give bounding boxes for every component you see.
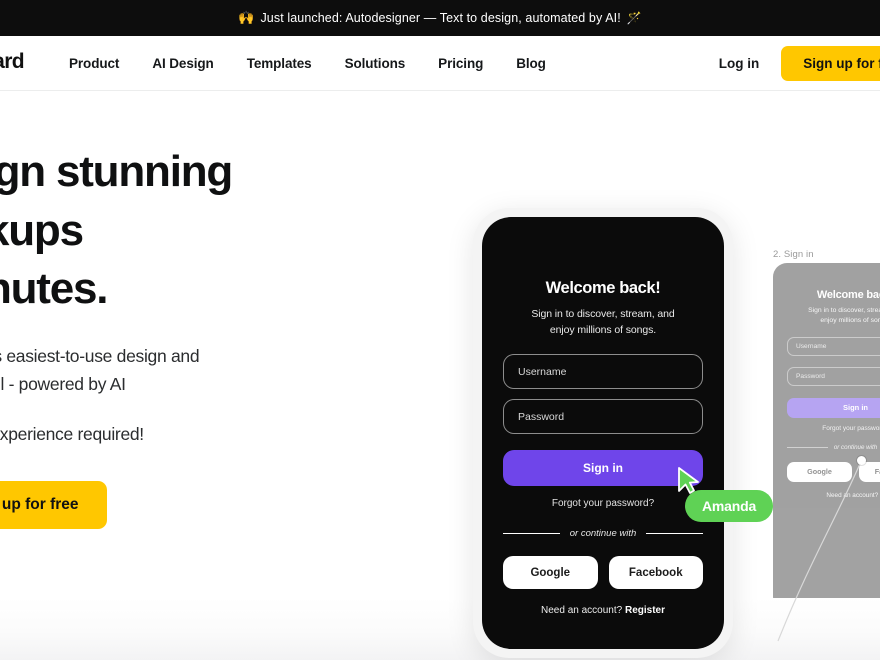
hero-artwork: 4. 2. Sign in Welcome back! Sign in to d… bbox=[440, 91, 880, 660]
hero-title: esign stunning ockups minutes. bbox=[0, 147, 233, 314]
hero-subtitle-secondary: design experience required! bbox=[0, 424, 144, 445]
page-bottom-band bbox=[0, 598, 880, 660]
raising-hands-icon: 🙌 bbox=[238, 10, 255, 25]
social-buttons: Google Facebook bbox=[503, 556, 703, 590]
connection-handle-dot[interactable] bbox=[857, 456, 866, 465]
announcement-banner[interactable]: 🙌 Just launched: Autodesigner — Text to … bbox=[0, 0, 880, 36]
back-welcome-heading: Welcome back! bbox=[816, 289, 880, 301]
back-welcome-subtext: Sign in to discover, stream, and enjoy m… bbox=[808, 307, 880, 324]
divider-label: or continue with bbox=[569, 528, 637, 540]
login-link[interactable]: Log in bbox=[719, 56, 760, 71]
signin-button[interactable]: Sign in bbox=[503, 450, 703, 487]
site-logo[interactable]: izard bbox=[0, 50, 25, 74]
welcome-subtext: Sign in to discover, stream, and enjoy m… bbox=[531, 308, 675, 336]
back-forgot-password-link[interactable]: Forgot your password? bbox=[787, 425, 880, 432]
magic-wand-icon: 🪄 bbox=[626, 11, 642, 25]
password-input[interactable]: Password bbox=[503, 399, 703, 435]
register-prompt-text: Need an account? bbox=[541, 605, 625, 617]
username-input[interactable]: Username bbox=[503, 354, 703, 390]
nav-link-product[interactable]: Product bbox=[69, 56, 119, 71]
forgot-password-link[interactable]: Forgot your password? bbox=[503, 498, 703, 509]
continue-with-divider: or continue with bbox=[503, 528, 704, 540]
collaborator-cursor-icon bbox=[678, 467, 699, 494]
signup-button-nav[interactable]: Sign up for free bbox=[781, 46, 880, 81]
nav-link-blog[interactable]: Blog bbox=[516, 56, 546, 71]
register-prompt: Need an account? Register bbox=[503, 605, 703, 616]
landing-page: 🙌 Just launched: Autodesigner — Text to … bbox=[0, 0, 880, 660]
connector-line bbox=[777, 458, 863, 642]
nav-link-templates[interactable]: Templates bbox=[247, 56, 312, 71]
back-divider-label: or continue with bbox=[833, 443, 878, 451]
google-signin-button[interactable]: Google bbox=[503, 556, 598, 590]
front-phone-screen: Welcome back! Sign in to discover, strea… bbox=[482, 217, 724, 649]
divider-line-right bbox=[646, 532, 704, 535]
back-signin-button[interactable]: Sign in bbox=[787, 397, 880, 418]
nav-links: Product AI Design Templates Solutions Pr… bbox=[69, 36, 546, 91]
back-username-field[interactable]: Username bbox=[787, 336, 880, 356]
welcome-heading: Welcome back! bbox=[545, 279, 661, 297]
hero-signup-button[interactable]: Sign up for free bbox=[0, 481, 107, 530]
hero-copy: esign stunning ockups minutes. e world's… bbox=[0, 143, 356, 530]
nav-actions: Log in Sign up for free bbox=[719, 36, 880, 91]
announcement-text: Just launched: Autodesigner — Text to de… bbox=[260, 11, 621, 25]
hero-subtitle: e world's easiest-to-use design and atio… bbox=[0, 345, 200, 394]
facebook-signin-button[interactable]: Facebook bbox=[608, 556, 703, 590]
nav-link-solutions[interactable]: Solutions bbox=[345, 56, 406, 71]
register-link[interactable]: Register bbox=[625, 605, 665, 616]
nav-link-ai-design[interactable]: AI Design bbox=[152, 56, 213, 71]
back-mockup-screen-label: 2. Sign in bbox=[773, 249, 814, 260]
divider-line-left bbox=[503, 532, 560, 535]
back-password-field[interactable]: Password bbox=[787, 366, 880, 386]
hero-section: esign stunning ockups minutes. e world's… bbox=[0, 91, 880, 660]
back-divider: or continue with bbox=[787, 444, 880, 451]
divider-line-left bbox=[787, 446, 828, 448]
front-phone-mockup[interactable]: Welcome back! Sign in to discover, strea… bbox=[473, 208, 733, 658]
nav-link-pricing[interactable]: Pricing bbox=[438, 56, 483, 71]
